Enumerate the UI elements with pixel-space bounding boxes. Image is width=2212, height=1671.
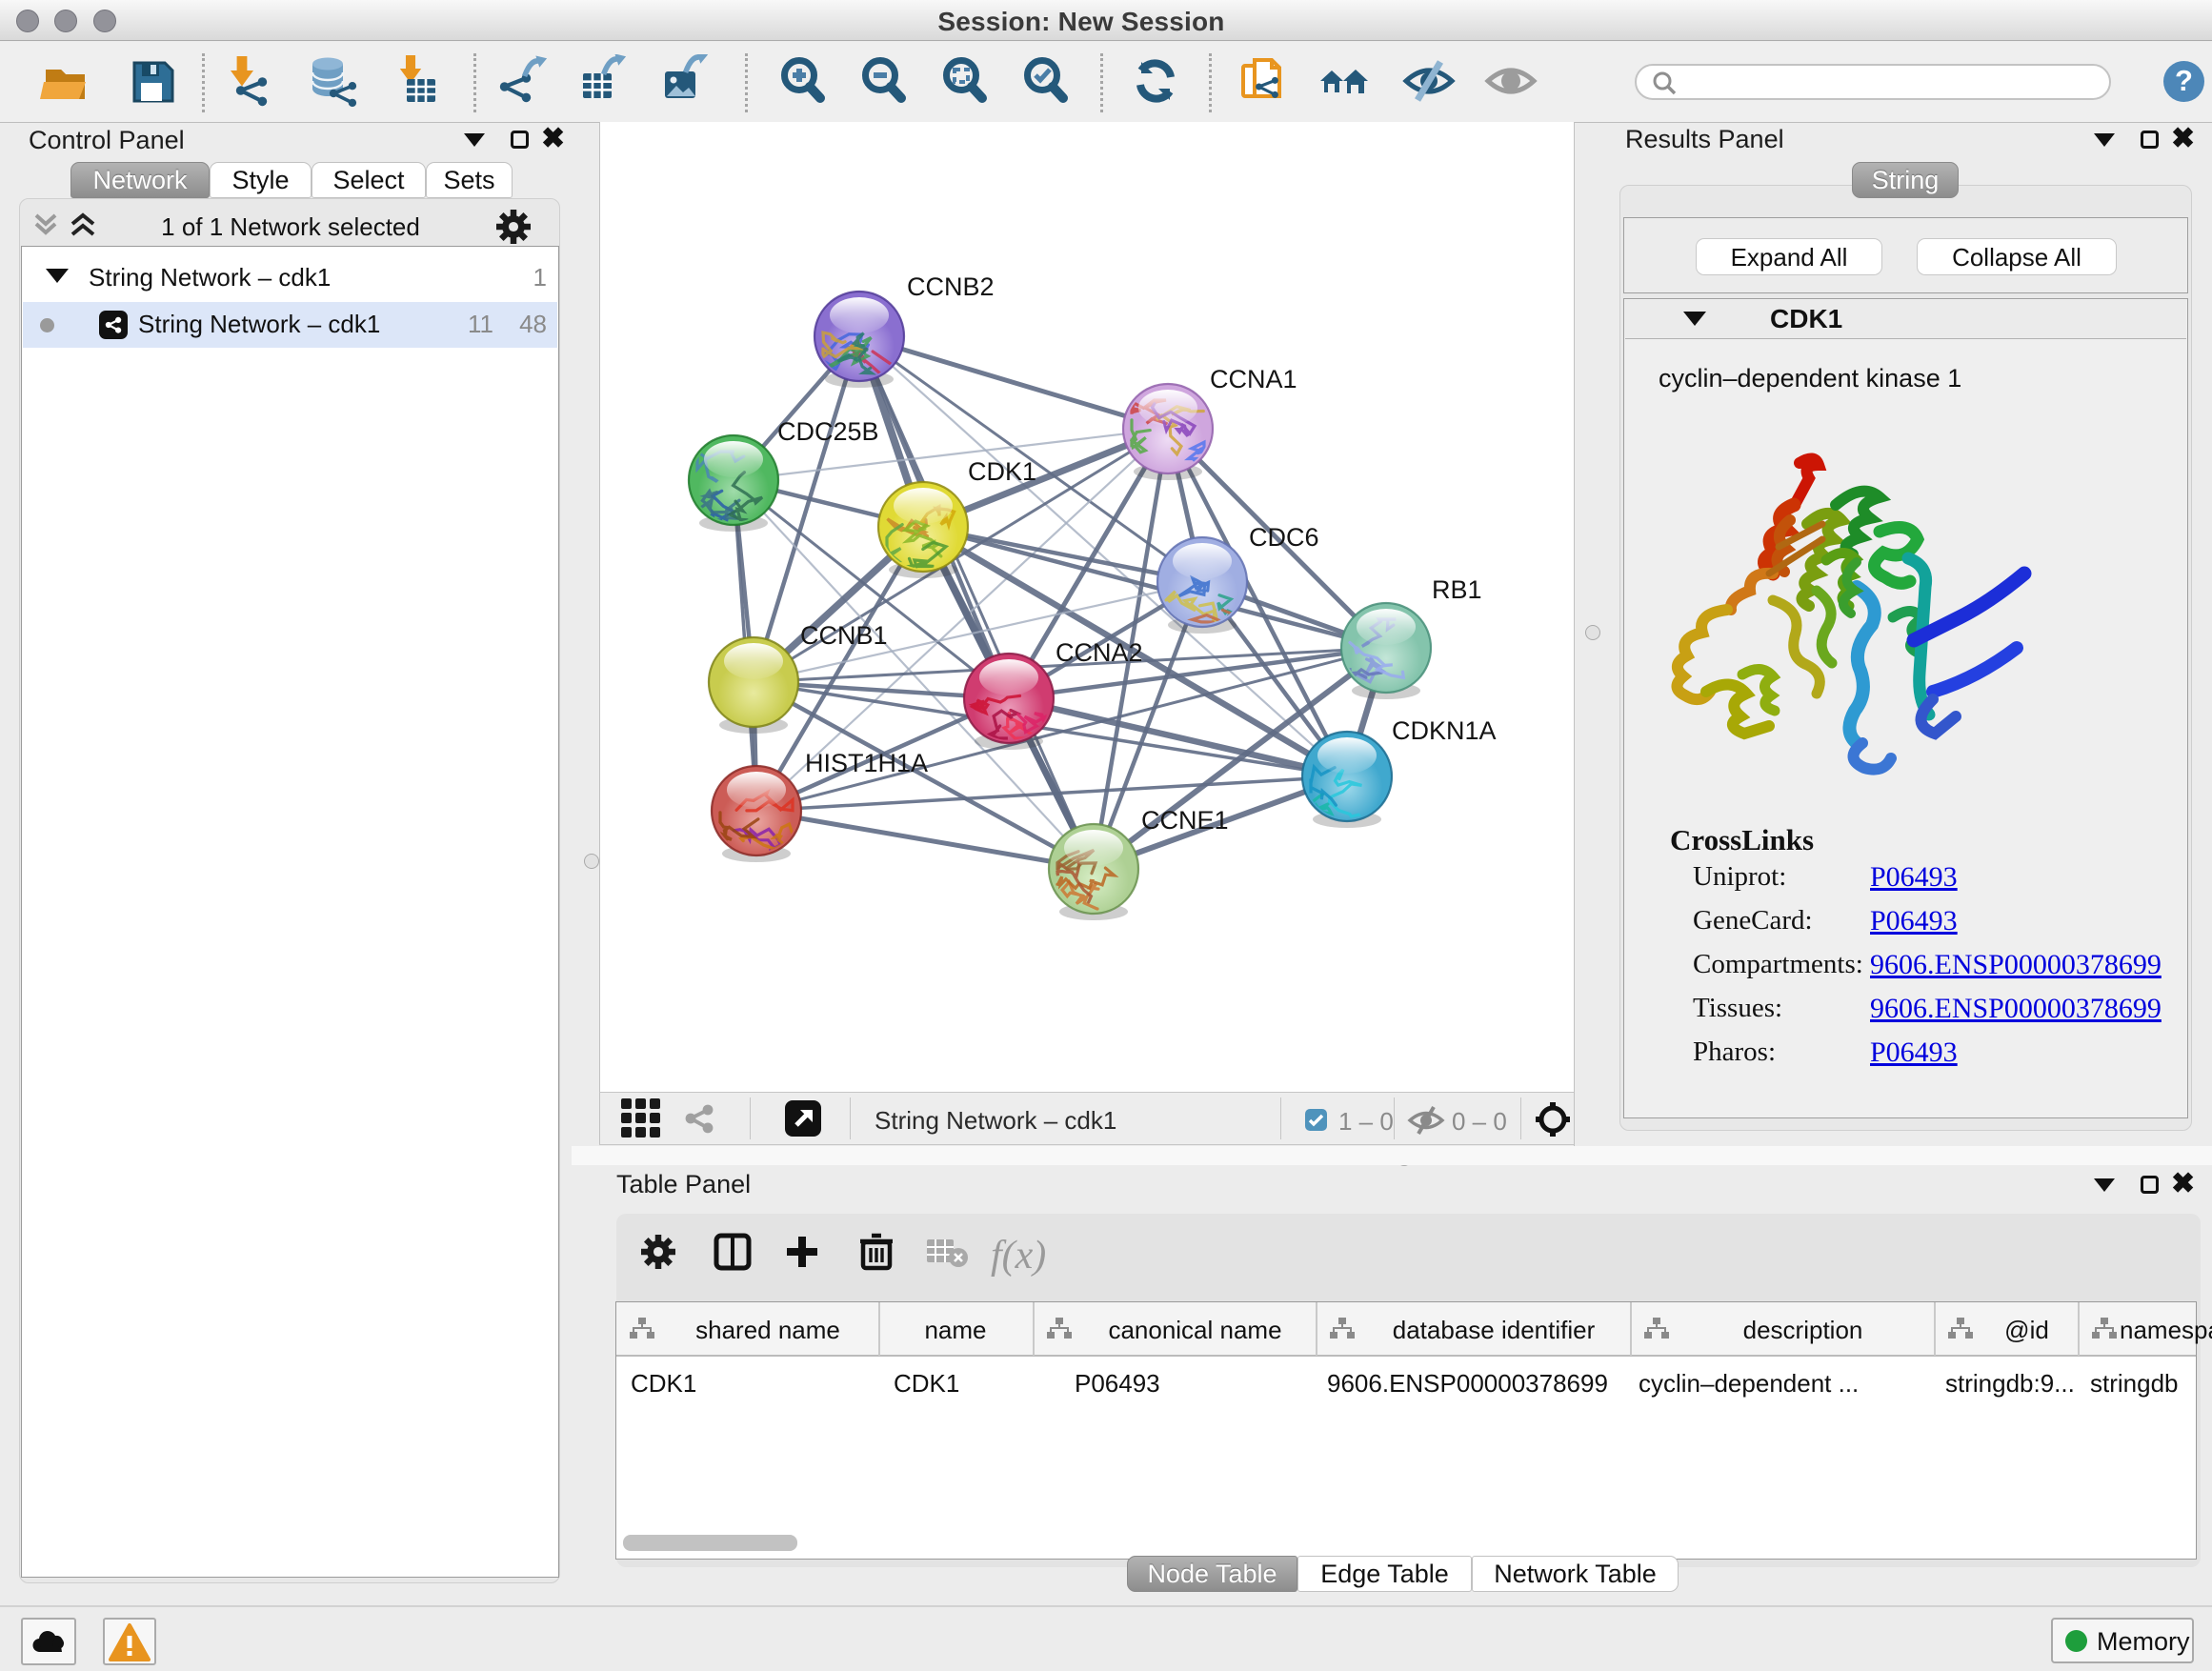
svg-text:HIST1H1A: HIST1H1A (805, 749, 928, 777)
svg-text:CDC25B: CDC25B (777, 417, 879, 446)
svg-text:RB1: RB1 (1432, 575, 1482, 604)
svg-text:CCNA1: CCNA1 (1210, 365, 1297, 393)
svg-text:CCNA2: CCNA2 (1056, 638, 1143, 667)
svg-text:CDK1: CDK1 (968, 457, 1036, 486)
svg-text:CCNB2: CCNB2 (907, 272, 995, 301)
svg-text:CCNB1: CCNB1 (800, 621, 888, 650)
svg-text:CDKN1A: CDKN1A (1392, 716, 1497, 745)
svg-text:CDC6: CDC6 (1249, 523, 1319, 552)
svg-text:CCNE1: CCNE1 (1141, 806, 1229, 835)
